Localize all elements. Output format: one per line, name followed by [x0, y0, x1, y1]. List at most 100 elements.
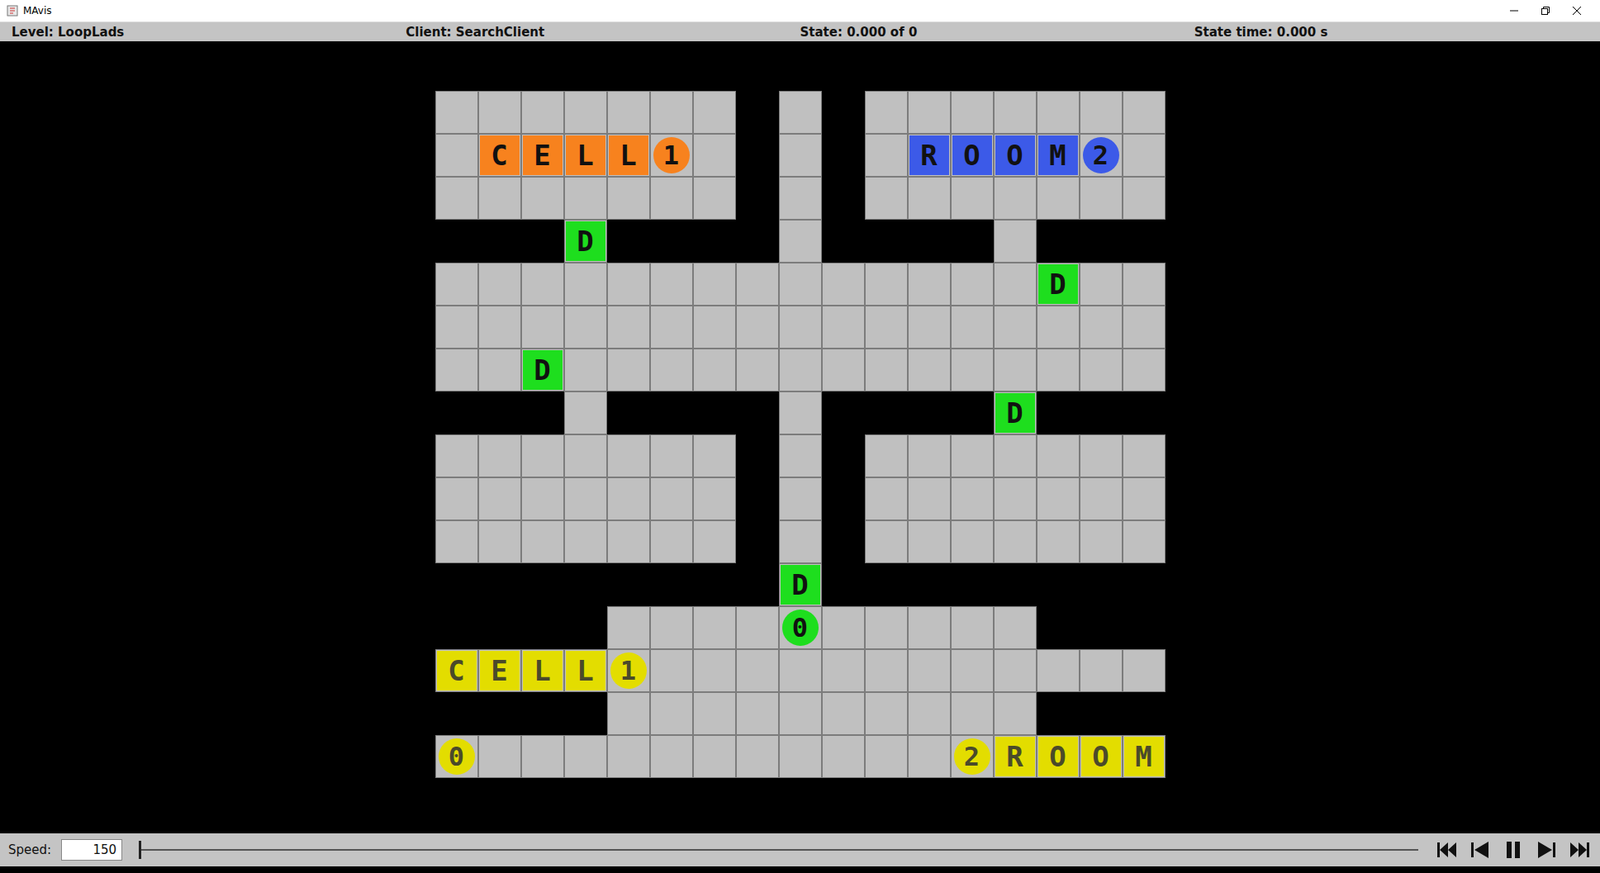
wall-cell	[1079, 692, 1123, 736]
pause-icon[interactable]	[1500, 839, 1526, 861]
floor-cell	[521, 90, 565, 134]
wall-cell	[435, 563, 479, 607]
timeline-track	[138, 849, 1419, 851]
floor-cell	[607, 520, 651, 564]
wall-cell	[821, 176, 865, 220]
floor-cell	[693, 348, 736, 392]
floor-cell	[778, 692, 822, 736]
floor-cell	[1079, 520, 1123, 564]
floor-cell	[1079, 262, 1123, 306]
wall-cell	[735, 133, 779, 177]
floor-cell	[693, 520, 736, 564]
agent: 0	[782, 609, 819, 646]
floor-cell: 1	[607, 649, 651, 693]
wall-cell	[821, 90, 865, 134]
wall-cell	[864, 391, 908, 435]
floor-cell	[907, 90, 951, 134]
floor-cell	[650, 90, 694, 134]
floor-cell	[778, 90, 822, 134]
floor-cell	[564, 305, 608, 349]
floor-cell	[778, 262, 822, 306]
floor-cell	[1122, 176, 1166, 220]
wall-cell	[478, 606, 522, 650]
wall-cell	[821, 520, 865, 564]
floor-cell	[735, 348, 779, 392]
restore-icon[interactable]	[1540, 5, 1551, 16]
floor-cell	[435, 434, 479, 478]
wall-cell	[607, 563, 651, 607]
box: L	[565, 135, 606, 176]
floor-cell	[735, 262, 779, 306]
wall-cell	[521, 219, 565, 263]
floor-cell: C	[435, 649, 479, 693]
floor-cell	[1036, 477, 1080, 521]
step-forward-icon[interactable]	[1533, 839, 1559, 861]
floor-cell: 1	[650, 133, 694, 177]
floor-cell	[821, 649, 865, 693]
floor-cell	[821, 735, 865, 779]
floor-cell	[864, 348, 908, 392]
floor-cell	[650, 649, 694, 693]
floor-cell	[1122, 348, 1166, 392]
floor-cell	[650, 262, 694, 306]
wall-cell	[693, 563, 736, 607]
floor-cell	[1079, 90, 1123, 134]
floor-cell	[864, 305, 908, 349]
wall-cell	[735, 90, 779, 134]
floor-cell	[993, 434, 1037, 478]
floor-cell	[521, 262, 565, 306]
wall-cell	[1036, 219, 1080, 263]
floor-cell: D	[1036, 262, 1080, 306]
floor-cell	[607, 434, 651, 478]
floor-cell	[907, 692, 951, 736]
minimize-icon[interactable]	[1509, 5, 1520, 16]
floor-cell: C	[478, 133, 522, 177]
floor-cell	[907, 434, 951, 478]
wall-cell	[821, 434, 865, 478]
skip-start-icon[interactable]	[1434, 839, 1460, 861]
title-bar: MAvis	[0, 0, 1600, 23]
floor-cell	[950, 606, 994, 650]
floor-cell	[693, 133, 736, 177]
floor-cell	[478, 520, 522, 564]
floor-cell: O	[993, 133, 1037, 177]
floor-cell	[778, 735, 822, 779]
speed-input[interactable]: 150	[61, 839, 123, 861]
floor-cell	[607, 262, 651, 306]
wall-cell	[1036, 391, 1080, 435]
wall-cell	[950, 391, 994, 435]
wall-cell	[521, 391, 565, 435]
floor-cell	[864, 434, 908, 478]
floor-cell	[564, 477, 608, 521]
floor-cell	[650, 606, 694, 650]
floor-cell: L	[564, 649, 608, 693]
timeline-slider[interactable]	[138, 840, 1419, 860]
floor-cell	[693, 262, 736, 306]
wall-cell	[1122, 692, 1166, 736]
floor-cell	[650, 348, 694, 392]
floor-cell	[521, 176, 565, 220]
floor-cell	[607, 606, 651, 650]
wall-cell	[821, 133, 865, 177]
floor-cell	[521, 477, 565, 521]
wall-cell	[521, 692, 565, 736]
floor-cell	[993, 90, 1037, 134]
wall-cell	[1079, 391, 1123, 435]
floor-cell	[821, 348, 865, 392]
step-back-icon[interactable]	[1467, 839, 1493, 861]
floor-cell	[435, 262, 479, 306]
floor-cell	[864, 649, 908, 693]
wall-cell	[735, 391, 779, 435]
floor-cell	[607, 692, 651, 736]
box: O	[952, 135, 993, 176]
wall-cell	[607, 219, 651, 263]
skip-end-icon[interactable]	[1566, 839, 1592, 861]
wall-cell	[864, 563, 908, 607]
floor-cell	[435, 477, 479, 521]
floor-cell	[907, 348, 951, 392]
close-icon[interactable]	[1571, 5, 1582, 16]
floor-cell	[1122, 262, 1166, 306]
timeline-thumb[interactable]	[138, 840, 142, 860]
floor-cell: O	[1079, 735, 1123, 779]
floor-cell	[864, 477, 908, 521]
